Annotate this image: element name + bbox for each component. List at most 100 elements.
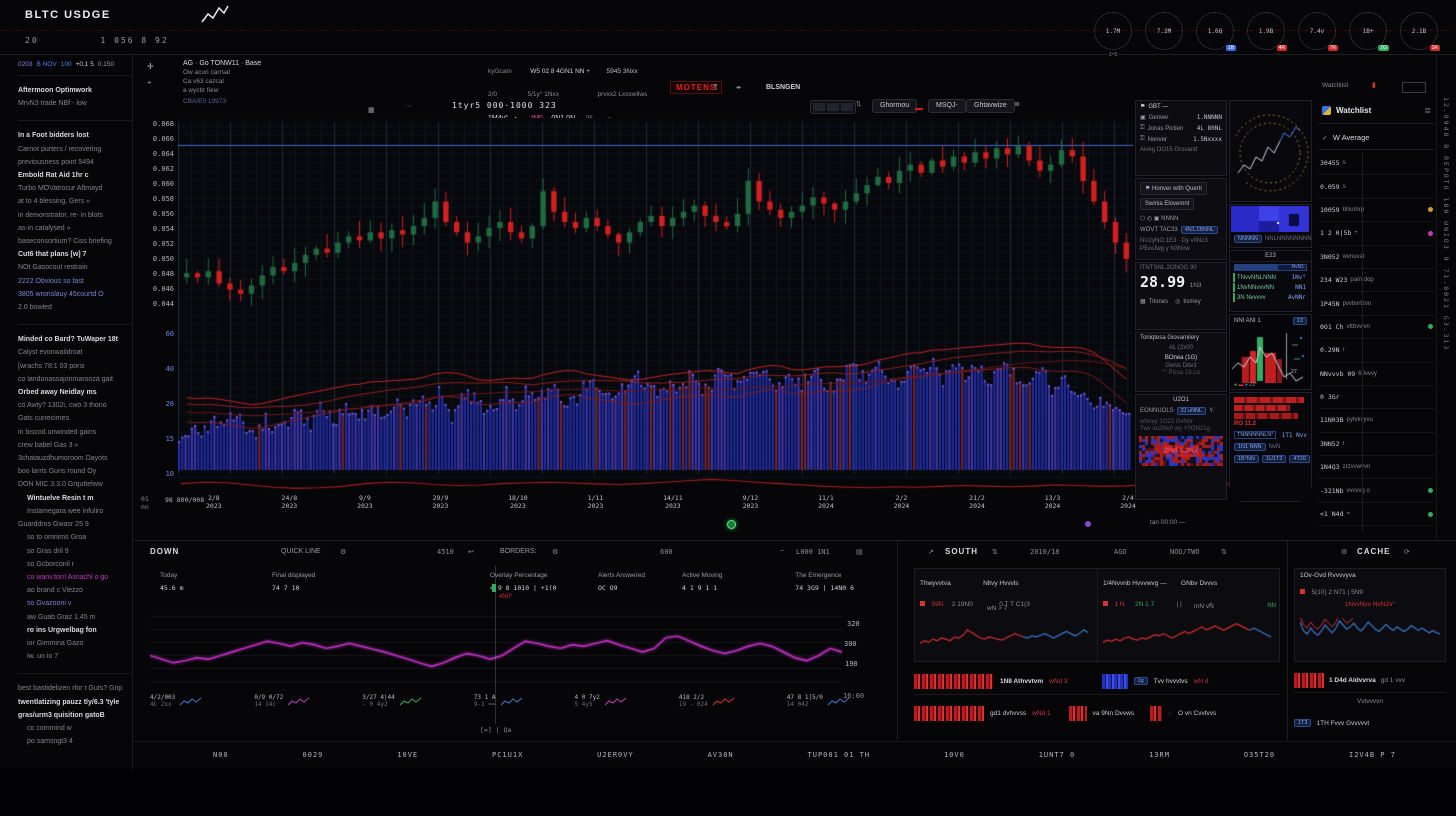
sidebar-news-item[interactable]: co wanv.torri Asnachl o go — [18, 571, 132, 584]
sidebar-news-item[interactable]: aw Guab Graz 1.45 m — [18, 611, 132, 624]
watchlist-menu-icon[interactable]: ≣ — [1424, 106, 1431, 115]
sidebar-news-item[interactable]: so to omnims Groa — [18, 531, 132, 544]
level-row[interactable]: 3N Nvvvvv AvNNr — [1233, 293, 1308, 302]
sidebar-news-item[interactable]: Carnot purters / recovering — [18, 143, 132, 156]
mid-row2b-label[interactable]: va 9Nn Dvvws — [1093, 710, 1135, 717]
sidebar-news-item[interactable]: boo larris Guns round Oy — [18, 465, 132, 478]
watchlist-row[interactable]: 0.059 s — [1318, 175, 1435, 198]
watchlist-row[interactable]: 3NN52 r — [1318, 433, 1435, 456]
status-bar-item[interactable]: U2ER0VY — [597, 751, 634, 759]
sidebar-news-item[interactable]: co landonassajonmarooza gait — [18, 373, 132, 386]
borders-gear-icon[interactable]: ⚙ — [552, 548, 558, 556]
watchlist-row[interactable]: <1 N4d = — [1318, 503, 1435, 526]
quickline-menu[interactable]: QUICK LINE — [281, 548, 321, 555]
sidebar-news-item[interactable]: Instamegara wee infuliro — [18, 505, 132, 518]
sidebar-tag[interactable]: B NOV — [36, 61, 56, 68]
status-bar-item[interactable]: PC1U1X — [492, 751, 523, 759]
sidebar-news-item[interactable]: Gats currecimes — [18, 412, 132, 425]
undo-icon[interactable]: ↩ — [468, 548, 474, 556]
sidebar-news-item[interactable]: Turbo MOVatrocur Aftmayd — [18, 182, 132, 195]
sidebar-news-item[interactable]: so Gvazooni v — [18, 597, 132, 610]
sidebar-news-item[interactable]: crew babel Gas 3 » — [18, 439, 132, 452]
sidebar-news-item[interactable]: Aftermoon Optimwork — [18, 84, 132, 97]
mid-row1b-label[interactable]: Tvv hvvvtvs — [1154, 678, 1188, 685]
blocks-chip[interactable]: NNNNN — [1234, 235, 1262, 243]
status-bar-item[interactable]: N00 — [213, 751, 229, 759]
sidebar-news-item[interactable]: In a Foot bidders lost — [18, 120, 132, 142]
route-chip[interactable]: 4N1.1BNNL — [1181, 226, 1218, 234]
sidebar-tag[interactable]: 0.150 — [98, 61, 114, 68]
signal-chip[interactable]: 1U1T3 — [1262, 455, 1287, 463]
watchlist-row[interactable]: 234 W23 pam dop — [1318, 269, 1435, 292]
event-marker-purple[interactable] — [1085, 521, 1091, 527]
sidebar-news-item[interactable]: ao brand c Viezzo — [18, 584, 132, 597]
sidebar-news-item[interactable]: 2222 Obvious so fast — [18, 275, 132, 288]
paragraph-icon[interactable]: ¶ — [714, 84, 718, 91]
watchlist-row[interactable]: 0.29N r — [1318, 339, 1435, 362]
right-row1-label[interactable]: 1 D4d Aldvvrva — [1329, 677, 1376, 684]
info-row[interactable]: ⚿ Jonas Pictien 4L 80NL — [1136, 123, 1226, 134]
sidebar-news-item[interactable]: 2.0 bowled — [18, 301, 132, 314]
watchlist-row[interactable]: 0O1 Ch vttbvwvn — [1318, 316, 1435, 339]
mid-row2-label[interactable]: gd1 dvhvvss — [990, 710, 1026, 717]
sidebar-news-item[interactable]: Guarddros Gwasr 25 9 — [18, 518, 132, 531]
sidebar-news-item[interactable]: gras/urm3 quisition gatoB — [18, 709, 132, 722]
legend-link[interactable]: CBA/E0 19973 — [183, 98, 261, 105]
sidebar-news-item[interactable]: as-in catalysed » — [18, 222, 132, 235]
sidebar-news-item[interactable]: baseconsortium? Ciss briefing — [18, 235, 132, 248]
mode-button[interactable]: MSQJ- — [928, 99, 966, 113]
status-bar-item[interactable]: 1UNT7 0 — [1039, 751, 1076, 759]
sidebar-news-item[interactable]: iw. uo io 7 — [18, 650, 132, 663]
event-marker-green[interactable] — [727, 520, 736, 529]
draw-tool-icon[interactable]: ✛ — [147, 62, 154, 71]
watchlist-row[interactable]: 1 2 0|5b + — [1318, 222, 1435, 245]
watchlist-row[interactable]: NNvvvb 09 60vvvy — [1318, 363, 1435, 386]
sidebar-news-item[interactable]: so Gras dril 9 — [18, 545, 132, 558]
sidebar-news-item[interactable]: MrvN3 trade NBf - low — [18, 97, 132, 110]
sidebar-news-item[interactable]: ro ins Urgwelbag fon — [18, 624, 132, 637]
status-bar-item[interactable]: AV30N — [708, 751, 734, 759]
quote-tab-2[interactable]: tismey — [1183, 299, 1200, 305]
status-bar-item[interactable]: O35T20 — [1244, 751, 1275, 759]
mid-row1-label[interactable]: 1N8 Athvvtvm — [1000, 678, 1043, 685]
signal-chip[interactable]: 1B°NN — [1234, 455, 1259, 463]
watchlist-row[interactable]: -321Nb vvvvvg o — [1318, 479, 1435, 502]
action-button-1[interactable]: ⚑ Honver with Querti — [1140, 182, 1207, 195]
right-row2-chip[interactable]: 1T3 — [1294, 719, 1311, 727]
sidebar-news-item[interactable]: best bastidelizen rfor t Guts? Grip — [18, 673, 132, 695]
sidebar-news-item[interactable]: Calyst evonwaildroat — [18, 346, 132, 359]
sliders-icon[interactable]: ≣ — [1014, 100, 1020, 108]
segment-3[interactable] — [841, 103, 853, 111]
layout-segment-control[interactable] — [810, 100, 856, 114]
panel-menu-icon[interactable]: ▤ — [856, 548, 863, 556]
info-row[interactable]: ⚿ Nonver 1.5Nxxxx — [1136, 134, 1226, 145]
pin-icon[interactable]: ✒ — [736, 84, 742, 92]
signal-chip[interactable]: 4T20 — [1289, 455, 1310, 463]
candlestick-chart[interactable] — [178, 118, 1133, 480]
segment-2[interactable] — [827, 103, 839, 111]
cache-refresh-icon[interactable]: ⟳ — [1404, 548, 1410, 556]
sidebar-news-item[interactable]: [wrachs 78:1 03 porsi — [18, 360, 132, 373]
sidebar-news-item[interactable]: DON MIC 3.3.0 Grquttelww — [18, 478, 132, 491]
sidebar-news-item[interactable]: at to 4 blessing, Gers » — [18, 195, 132, 208]
sidebar-news-item[interactable]: co Awty? 1302i, cwo 3 thono — [18, 399, 132, 412]
watchlist-row[interactable]: 3N052 wvnuvat — [1318, 246, 1435, 269]
sidebar-news-item[interactable]: Cut6 that plans [w] 7 — [18, 248, 132, 261]
action-button-2[interactable]: Swinia Elovemnt — [1140, 198, 1194, 210]
status-bar-item[interactable]: TUP001 01 TH — [808, 751, 871, 759]
quickline-gear-icon[interactable]: ⚙ — [340, 548, 346, 556]
status-bar-item[interactable]: 0029 — [303, 751, 324, 759]
oscillator-chart[interactable] — [150, 606, 842, 692]
sidebar-news-item[interactable]: Wintuelve Resin t m — [18, 492, 132, 505]
watchlist-alert-icon[interactable]: ▮ — [1372, 81, 1376, 89]
mid-row2c-label[interactable]: O vn Cvvtvvs — [1178, 710, 1216, 717]
action-icons[interactable]: ⬡ ◴ ▣ NNNN — [1136, 213, 1226, 224]
sidebar-news-item[interactable]: Minded co Bard? TuWaper 18t — [18, 324, 132, 346]
cache-gear-icon[interactable]: ⚙ — [1341, 548, 1347, 556]
level-row[interactable]: TNvvNNLNNN 1Nv° — [1233, 273, 1308, 282]
sidebar-news-item[interactable]: so Gcborconil r — [18, 558, 132, 571]
level-row[interactable]: 1NvNNvvvNN NN1 — [1233, 283, 1308, 292]
sidebar-tag[interactable]: 0203 — [18, 61, 32, 68]
sidebar-news-item[interactable]: in demonstrator, re- in blots — [18, 209, 132, 222]
status-bar-item[interactable]: 10VE — [397, 751, 418, 759]
